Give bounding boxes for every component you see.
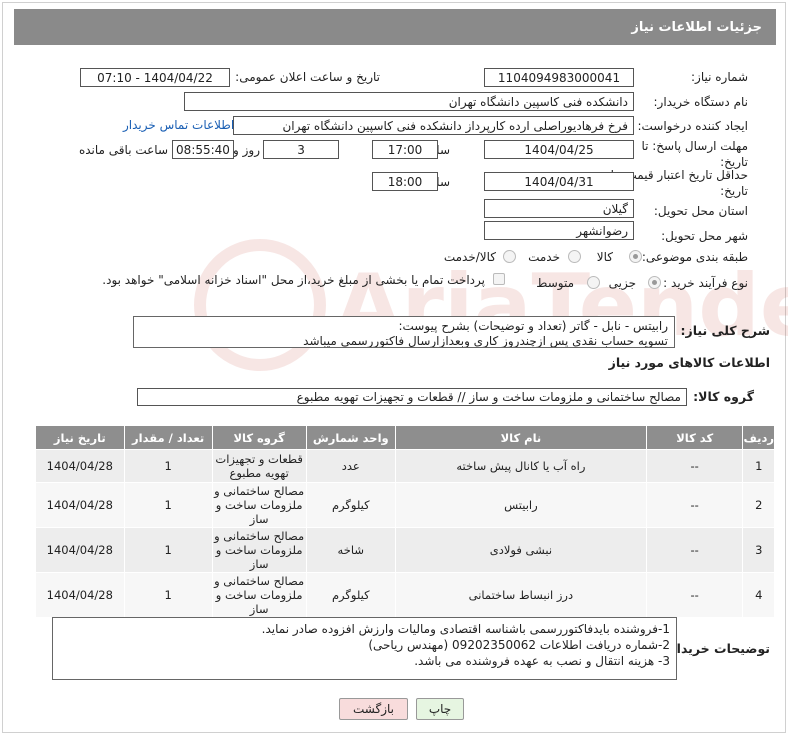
col-header-group: گروه کالا	[211, 425, 307, 450]
need-number-label: شماره نیاز:	[691, 70, 748, 84]
cell-code: --	[645, 449, 744, 483]
buyer-org-field: دانشکده فنی کاسپین دانشگاه تهران	[184, 92, 634, 111]
cell-name: راه آب یا کانال پیش ساخته	[394, 449, 647, 483]
buyer-notes-line-2: 2-شماره دریافت اطلاعات 09202350062 (مهند…	[368, 638, 670, 652]
category-label: طبقه بندی موضوعی:	[641, 250, 748, 264]
cell-code: --	[645, 527, 744, 573]
need-number-field: 1104094983000041	[484, 68, 634, 87]
deadline-date-field: 1404/04/25	[484, 140, 634, 159]
cell-row-number: 4	[742, 572, 775, 618]
table-row: 1 -- راه آب یا کانال پیش ساخته عدد قطعات…	[35, 449, 775, 483]
city-field: رضوانشهر	[484, 221, 634, 240]
purchase-medium-radio[interactable]	[587, 276, 600, 289]
cell-name: نبشی فولادی	[394, 527, 647, 573]
province-field: گیلان	[484, 199, 634, 218]
table-row: 2 -- رابیتس کیلوگرم مصالح ساختمانی و ملز…	[35, 482, 775, 528]
print-button[interactable]: چاپ	[416, 698, 464, 720]
col-header-unit: واحد شمارش	[305, 425, 396, 450]
cell-unit: کیلوگرم	[305, 572, 396, 618]
cell-row-number: 2	[742, 482, 775, 528]
cell-name: رابیتس	[394, 482, 647, 528]
summary-textarea: رابیتس - نابل - گاتر (تعداد و توضیحات) ب…	[133, 316, 675, 348]
category-service-label: خدمت	[528, 250, 560, 264]
col-header-code: کد کالا	[645, 425, 744, 450]
summary-label: شرح کلی نیاز:	[680, 323, 770, 338]
treasury-payment-checkbox[interactable]	[493, 273, 505, 285]
page-title: جزئیات اطلاعات نیاز	[631, 19, 762, 35]
cell-qty: 1	[123, 572, 213, 618]
buyer-notes-line-1: 1-فروشنده بایدفاکتوررسمی باشناسه اقتصادی…	[261, 622, 670, 636]
page-header: جزئیات اطلاعات نیاز	[14, 9, 776, 45]
treasury-payment-note: پرداخت تمام یا بخشی از مبلغ خرید،از محل …	[102, 273, 485, 287]
cell-date: 1404/04/28	[35, 449, 125, 483]
col-header-date: تاریخ نیاز	[35, 425, 125, 450]
summary-line-2: تسویه حساب نقدی پس ازچندروز کاری وبعدازا…	[303, 334, 668, 348]
col-header-row-number: ردیف	[742, 425, 775, 450]
cell-qty: 1	[123, 527, 213, 573]
buyer-org-label: نام دستگاه خریدار:	[653, 95, 749, 109]
creator-field: فرخ فرهادیوراصلی اردە کارپرداز دانشکده ف…	[233, 116, 634, 135]
deadline-time-field: 17:00	[372, 140, 438, 159]
buyer-notes-textarea: 1-فروشنده بایدفاکتوررسمی باشناسه اقتصادی…	[52, 617, 677, 680]
goods-group-field: مصالح ساختمانی و ملزومات ساخت و ساز // ق…	[137, 388, 687, 406]
cell-name: درز انبساط ساختمانی	[394, 572, 647, 618]
category-both-radio[interactable]	[503, 250, 516, 263]
city-label: شهر محل تحویل:	[661, 229, 748, 243]
cell-qty: 1	[123, 449, 213, 483]
category-goods-label: کالا	[596, 250, 613, 264]
purchase-medium-label: متوسط	[536, 276, 574, 290]
cell-group: مصالح ساختمانی و ملزومات ساخت و ساز	[211, 482, 307, 528]
validity-date-field: 1404/04/31	[484, 172, 634, 191]
cell-unit: شاخه	[305, 527, 396, 573]
days-label: روز و	[233, 143, 260, 157]
category-goods-radio[interactable]	[629, 250, 642, 263]
cell-unit: عدد	[305, 449, 396, 483]
buyer-contact-link[interactable]: اطلاعات تماس خریدار	[123, 118, 234, 132]
buyer-notes-label: توضیحات خریدار:	[664, 641, 770, 656]
cell-unit: کیلوگرم	[305, 482, 396, 528]
cell-date: 1404/04/28	[35, 572, 125, 618]
goods-info-title: اطلاعات کالاهای مورد نیاز	[608, 355, 770, 370]
cell-row-number: 1	[742, 449, 775, 483]
cell-code: --	[645, 482, 744, 528]
purchase-partial-radio[interactable]	[648, 276, 661, 289]
buyer-notes-line-3: 3- هزینه انتقال و نصب به عهده فروشنده می…	[414, 654, 670, 668]
category-service-radio[interactable]	[568, 250, 581, 263]
announce-label: تاریخ و ساعت اعلان عمومی:	[235, 70, 380, 84]
purchase-type-label: نوع فرآیند خرید :	[663, 276, 748, 290]
cell-row-number: 3	[742, 527, 775, 573]
validity-time-field: 18:00	[372, 172, 438, 191]
province-label: استان محل تحویل:	[653, 204, 748, 218]
table-row: 3 -- نبشی فولادی شاخه مصالح ساختمانی و م…	[35, 527, 775, 573]
table-header-row: ردیف کد کالا نام کالا واحد شمارش گروه کا…	[35, 425, 775, 450]
summary-line-1: رابیتس - نابل - گاتر (تعداد و توضیحات) ب…	[398, 319, 668, 333]
goods-group-label: گروه کالا:	[693, 389, 754, 404]
category-both-label: کالا/خدمت	[443, 250, 496, 264]
cell-date: 1404/04/28	[35, 482, 125, 528]
remaining-time-field: 08:55:40	[172, 140, 234, 159]
cell-qty: 1	[123, 482, 213, 528]
cell-date: 1404/04/28	[35, 527, 125, 573]
remaining-label: ساعت باقی مانده	[78, 143, 168, 157]
purchase-partial-label: جزیی	[608, 276, 636, 290]
cell-code: --	[645, 572, 744, 618]
announce-datetime-field: 1404/04/22 - 07:10	[80, 68, 230, 87]
cell-group: قطعات و تجهیزات تهویه مطبوع	[211, 449, 307, 483]
table-row: 4 -- درز انبساط ساختمانی کیلوگرم مصالح س…	[35, 572, 775, 618]
cell-group: مصالح ساختمانی و ملزومات ساخت و ساز	[211, 572, 307, 618]
deadline-label: مهلت ارسال پاسخ: تا تاریخ:	[641, 139, 748, 169]
remaining-days-field: 3	[263, 140, 339, 159]
back-button[interactable]: بازگشت	[339, 698, 408, 720]
items-table: ردیف کد کالا نام کالا واحد شمارش گروه کا…	[35, 425, 775, 618]
creator-label: ایجاد کننده درخواست:	[637, 119, 748, 133]
cell-group: مصالح ساختمانی و ملزومات ساخت و ساز	[211, 527, 307, 573]
col-header-name: نام کالا	[394, 425, 647, 450]
col-header-qty: تعداد / مقدار	[123, 425, 213, 450]
